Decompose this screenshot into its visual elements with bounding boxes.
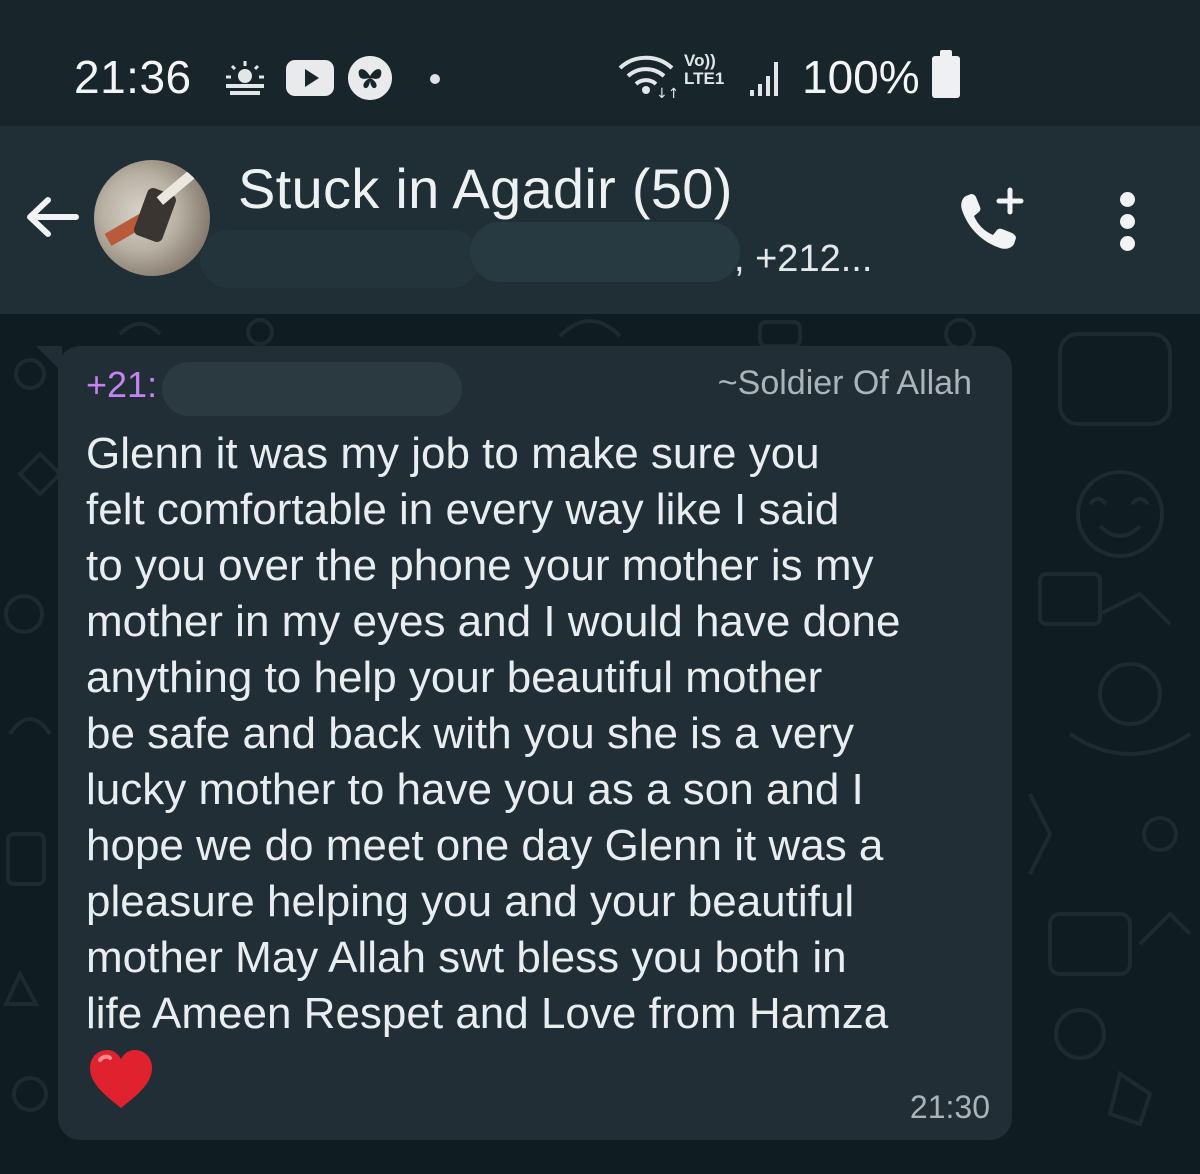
add-call-icon[interactable] [954, 186, 1030, 256]
message-text: Glenn it was my job to make sure you fel… [86, 429, 901, 1038]
redacted-participants [470, 222, 740, 282]
chat-header: Stuck in Agadir (50) , +212... [0, 126, 1200, 314]
message-timestamp: 21:30 [909, 1089, 990, 1125]
weather-icon [226, 61, 264, 95]
butterfly-icon [348, 56, 392, 100]
group-participants[interactable]: , +212... [734, 238, 872, 281]
sender-phone[interactable]: +21: [86, 364, 157, 406]
heart-emoji [90, 1050, 152, 1108]
signal-icon [750, 62, 778, 96]
redacted-participants [200, 230, 480, 288]
group-avatar[interactable] [94, 160, 210, 276]
message-bubble[interactable]: +21: ~Soldier Of Allah Glenn it was my j… [36, 346, 1012, 1140]
status-bar: 21:36 ↓↑ Vo)) LTE1 100% [0, 0, 1200, 126]
svg-text:↓↑: ↓↑ [656, 86, 676, 98]
back-arrow-icon[interactable] [22, 192, 82, 242]
group-title[interactable]: Stuck in Agadir (50) [238, 156, 733, 221]
battery-icon [932, 50, 960, 98]
network-type-label: Vo)) LTE1 [684, 51, 725, 88]
battery-percentage: 100% [802, 51, 920, 103]
redacted-phone-number [162, 362, 462, 416]
youtube-icon [286, 60, 334, 96]
sender-alias: ~Soldier Of Allah [717, 364, 972, 402]
status-time: 21:36 [74, 51, 192, 103]
more-options-icon[interactable] [1120, 192, 1135, 258]
wifi-icon: ↓↑ [618, 55, 676, 98]
notification-dot [430, 74, 440, 84]
